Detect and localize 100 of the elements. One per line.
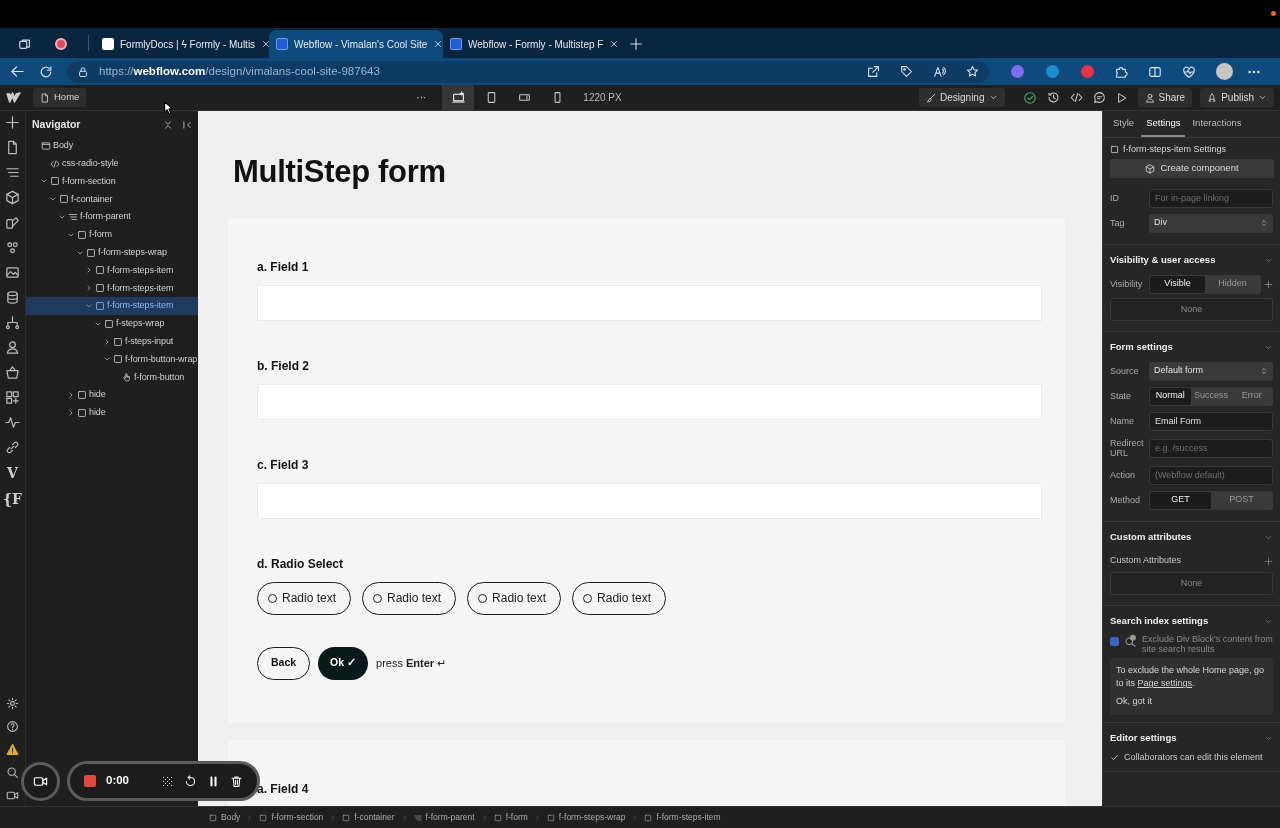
read-aloud-icon[interactable] — [933, 65, 946, 78]
app-logo[interactable]: {F — [3, 491, 22, 507]
navigator-item[interactable]: Body — [26, 137, 198, 155]
navigator-item[interactable]: f-steps-input — [26, 332, 198, 351]
pulse-icon[interactable] — [5, 415, 20, 430]
more-options-button[interactable]: ··· — [416, 90, 427, 105]
workspaces-icon[interactable] — [18, 37, 32, 51]
navigator-item[interactable]: f-form — [26, 226, 198, 244]
chevron-icon[interactable] — [1264, 256, 1273, 265]
navigator-item[interactable]: f-form-button-wrap — [26, 350, 198, 369]
navigator-item[interactable]: f-container — [26, 190, 198, 209]
code-icon[interactable] — [1069, 91, 1083, 104]
trash-icon[interactable] — [230, 774, 244, 788]
app-logo[interactable]: V — [7, 465, 18, 481]
search-icon[interactable] — [6, 766, 19, 779]
avatar-icon[interactable] — [1216, 63, 1233, 80]
navigator-item[interactable]: f-steps-wrap — [26, 314, 198, 333]
comment-icon[interactable] — [1092, 91, 1106, 104]
chevron-icon[interactable] — [1264, 343, 1273, 352]
navigator-item[interactable]: f-form-button — [26, 368, 198, 387]
breadcrumb-item[interactable]: f-form — [488, 811, 533, 824]
open-external-icon[interactable] — [867, 65, 880, 78]
segment-option[interactable]: GET — [1150, 491, 1211, 509]
breadcrumb-item[interactable]: f-form-parent — [408, 811, 480, 824]
page-selector[interactable]: Home — [33, 88, 87, 107]
mode-dropdown[interactable]: Designing — [919, 88, 1005, 107]
navigator-icon[interactable] — [5, 165, 20, 180]
basket-icon[interactable] — [5, 365, 20, 380]
drops-icon[interactable] — [5, 240, 20, 255]
page-icon[interactable] — [5, 140, 20, 155]
segment-option[interactable]: Visible — [1150, 275, 1205, 293]
check-circle-icon[interactable] — [1022, 90, 1037, 105]
cube-icon[interactable] — [5, 190, 20, 205]
navigator-item[interactable]: f-form-steps-item — [26, 279, 198, 298]
chevron-icon[interactable] — [1264, 533, 1273, 542]
collapse-icon[interactable] — [163, 120, 173, 130]
dismiss-link[interactable]: Ok, got it — [1116, 696, 1152, 706]
image-icon[interactable] — [5, 265, 20, 280]
caret-icon[interactable] — [67, 408, 75, 417]
panel-tab[interactable]: Settings — [1141, 111, 1186, 137]
history-icon[interactable] — [1046, 91, 1060, 104]
close-icon[interactable] — [609, 39, 617, 49]
create-component-button[interactable]: Create component — [1110, 159, 1274, 178]
navigator-item[interactable]: hide — [26, 386, 198, 404]
navigator-item[interactable]: f-form-parent — [26, 208, 198, 226]
new-tab-icon[interactable] — [629, 37, 643, 51]
select-field[interactable]: Div — [1149, 213, 1273, 233]
restart-icon[interactable] — [184, 774, 198, 788]
publish-button[interactable]: Publish — [1200, 88, 1274, 107]
swatch-icon[interactable] — [5, 215, 20, 230]
checkmark-icon[interactable] — [1110, 752, 1119, 762]
segment-option[interactable]: POST — [1211, 491, 1272, 509]
caret-icon[interactable] — [103, 337, 111, 346]
breakpoint-button[interactable] — [442, 84, 475, 111]
chevron-icon[interactable] — [1264, 617, 1273, 626]
text-field[interactable]: (Webflow default) — [1149, 465, 1273, 485]
navigator-item[interactable]: hide — [26, 403, 198, 422]
extensions-icon[interactable] — [1114, 64, 1128, 79]
segment-option[interactable]: Error — [1231, 387, 1272, 405]
panel-tab[interactable]: Interactions — [1187, 111, 1247, 137]
address-bar[interactable]: https://webflow.com/design/vimalans-cool-site-987643 — [67, 60, 989, 83]
navigator-item[interactable]: f-form-section — [26, 172, 198, 191]
user-icon[interactable] — [5, 340, 20, 355]
record-icon[interactable] — [55, 38, 67, 50]
apps-icon[interactable] — [5, 390, 20, 405]
back-icon[interactable] — [10, 64, 25, 79]
grid-icon[interactable] — [161, 774, 175, 788]
warning-icon[interactable] — [6, 743, 19, 756]
hierarchy-icon[interactable] — [5, 315, 20, 330]
breadcrumb-item[interactable]: f-form-section — [254, 811, 329, 824]
help-icon[interactable] — [6, 720, 19, 733]
add-icon[interactable] — [5, 115, 20, 130]
ok-button[interactable]: Ok ✓ — [318, 646, 369, 680]
breadcrumb-item[interactable]: f-container — [337, 811, 400, 824]
browser-tab[interactable]: Webflow - Formly - Multistep F — [443, 30, 617, 58]
text-field[interactable]: Email Form — [1149, 411, 1273, 431]
breadcrumb-item[interactable]: Body — [204, 811, 246, 824]
segment-option[interactable]: Normal — [1150, 387, 1191, 405]
text-field[interactable]: For in-page linking — [1149, 188, 1273, 208]
tag-icon[interactable] — [900, 65, 913, 78]
extension-icon[interactable] — [1046, 65, 1059, 78]
caret-icon[interactable] — [85, 266, 93, 275]
text-field[interactable]: e.g. /success — [1149, 438, 1273, 458]
pin-icon[interactable] — [182, 120, 192, 130]
link-icon[interactable] — [5, 440, 20, 455]
caret-icon[interactable] — [67, 391, 75, 400]
split-screen-icon[interactable] — [1148, 64, 1162, 79]
star-icon[interactable] — [966, 65, 979, 78]
select-field[interactable]: Default form — [1149, 361, 1273, 381]
panel-tab[interactable]: Style — [1108, 111, 1140, 137]
navigator-item[interactable]: css-radio-style — [26, 154, 198, 173]
browser-tab[interactable]: Webflow - Vimalan's Cool Site — [269, 30, 443, 58]
breadcrumb-item[interactable]: f-form-steps-item — [639, 811, 726, 824]
segment-option[interactable]: Success — [1190, 387, 1232, 405]
close-icon[interactable] — [261, 39, 269, 49]
navigator-item[interactable]: f-form-steps-item — [26, 297, 198, 315]
webflow-logo-icon[interactable] — [6, 90, 21, 105]
checkbox[interactable] — [1110, 637, 1119, 646]
caret-icon[interactable] — [85, 284, 93, 293]
reload-icon[interactable] — [39, 64, 53, 79]
